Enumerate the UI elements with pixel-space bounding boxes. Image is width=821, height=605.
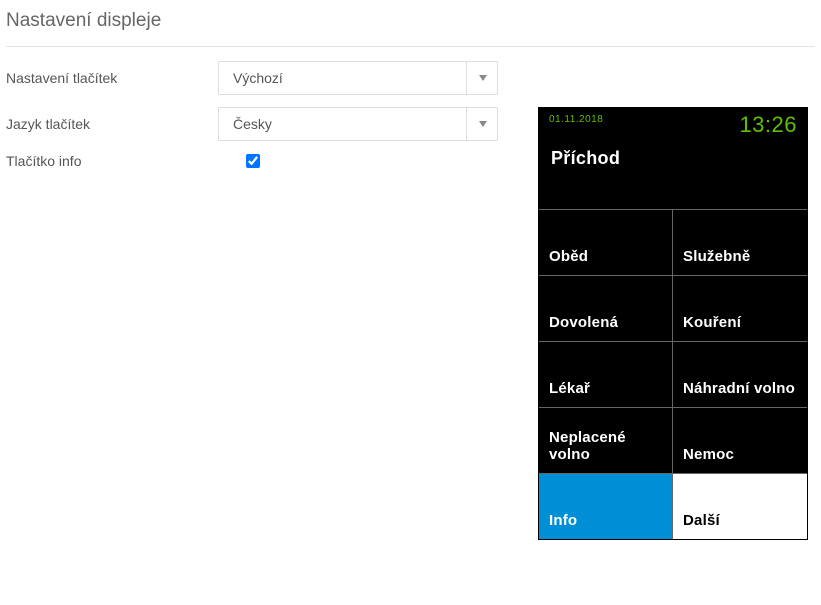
device-button-dalsi[interactable]: Další bbox=[673, 473, 807, 539]
form-column: Nastavení tlačítek Výchozí Jazyk tlačíte… bbox=[6, 61, 498, 181]
layout: Nastavení tlačítek Výchozí Jazyk tlačíte… bbox=[6, 61, 815, 540]
device-grid: Oběd Služebně Dovolená Kouření Lékař Náh… bbox=[539, 209, 807, 539]
row-language: Jazyk tlačítek Česky bbox=[6, 107, 498, 141]
device-button-obed[interactable]: Oběd bbox=[539, 209, 673, 275]
device-time: 13:26 bbox=[739, 114, 797, 136]
device-button-nemoc[interactable]: Nemoc bbox=[673, 407, 807, 473]
device-button-neplacene-volno[interactable]: Neplacené volno bbox=[539, 407, 673, 473]
checkbox-info-button[interactable] bbox=[246, 154, 260, 168]
device-main-button[interactable]: Příchod bbox=[539, 138, 807, 209]
section-title: Nastavení displeje bbox=[6, 6, 815, 47]
device-button-lekar[interactable]: Lékař bbox=[539, 341, 673, 407]
device-button-koureni[interactable]: Kouření bbox=[673, 275, 807, 341]
row-info-button: Tlačítko info bbox=[6, 153, 498, 169]
device-button-dovolena[interactable]: Dovolená bbox=[539, 275, 673, 341]
device-header: 01.11.2018 13:26 bbox=[539, 108, 807, 138]
select-language-value: Česky bbox=[233, 116, 272, 132]
preview-column: 01.11.2018 13:26 Příchod Oběd Služebně D… bbox=[538, 107, 808, 540]
select-language[interactable]: Česky bbox=[218, 107, 498, 141]
label-language: Jazyk tlačítek bbox=[6, 116, 218, 132]
row-button-setting: Nastavení tlačítek Výchozí bbox=[6, 61, 498, 95]
device-button-info[interactable]: Info bbox=[539, 473, 673, 539]
device-date: 01.11.2018 bbox=[549, 114, 603, 125]
device-button-nahradni-volno[interactable]: Náhradní volno bbox=[673, 341, 807, 407]
device-preview: 01.11.2018 13:26 Příchod Oběd Služebně D… bbox=[538, 107, 808, 540]
label-info-button: Tlačítko info bbox=[6, 153, 218, 169]
select-button-setting[interactable]: Výchozí bbox=[218, 61, 498, 95]
device-button-sluzebne[interactable]: Služebně bbox=[673, 209, 807, 275]
select-button-setting-value: Výchozí bbox=[233, 70, 283, 86]
label-button-setting: Nastavení tlačítek bbox=[6, 70, 218, 86]
